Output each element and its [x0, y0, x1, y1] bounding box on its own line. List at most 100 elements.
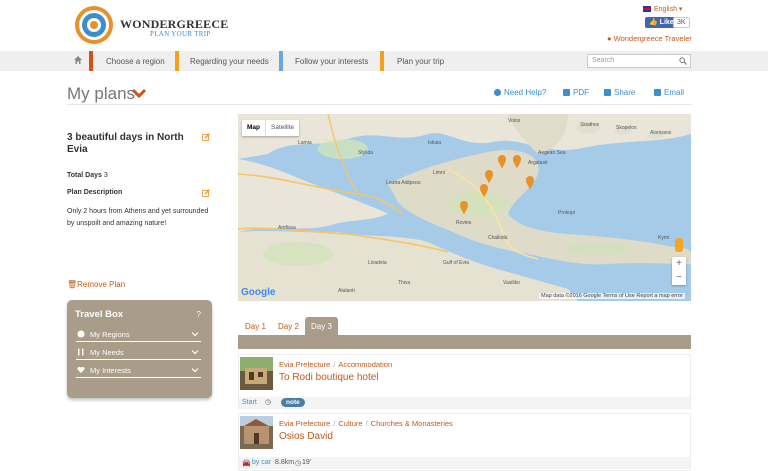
edit-description-icon[interactable] [202, 189, 210, 197]
entry-footer: Start ◷ note [239, 397, 690, 409]
breadcrumb-item[interactable]: Evia Prefecture [279, 360, 330, 369]
zoom-in-button[interactable]: + [672, 257, 686, 271]
user-menu[interactable]: ● Wondergreece Traveler [607, 34, 692, 43]
map-label: Vasiliko [503, 280, 520, 286]
uk-flag-icon [643, 6, 651, 13]
nav-item-choose-region[interactable]: Choose a region [106, 57, 165, 66]
edit-icon[interactable] [202, 133, 210, 141]
map-label: Loutra Aidipsou [386, 180, 421, 186]
tab-day-1[interactable]: Day 1 [239, 317, 272, 335]
site-header: WONDERGREECE PLAN YOUR TRIP English ▾ 👍 … [0, 0, 768, 52]
map-type-satellite-button[interactable]: Satellite [265, 120, 299, 135]
entry-title[interactable]: Osios David [279, 431, 333, 442]
nav-item-regarding-needs[interactable]: Regarding your needs [190, 57, 269, 66]
map-label: Gulf of Evia [443, 260, 469, 266]
search-placeholder: Search [592, 57, 615, 64]
map-label: Stylida [358, 150, 373, 156]
note-badge[interactable]: note [281, 398, 305, 407]
map-label: Rovies [456, 220, 472, 226]
chevron-down-icon [191, 332, 199, 337]
breadcrumb-item[interactable]: Culture [338, 419, 362, 428]
map-type-control: Map Satellite [242, 120, 300, 136]
caret-down-icon: ▾ [678, 6, 683, 13]
facebook-like-label: Like [659, 19, 674, 26]
map-label: Prokopi [558, 210, 575, 216]
breadcrumb-item[interactable]: Churches & Monasteries [371, 419, 453, 428]
map-label: Kymi [658, 235, 669, 241]
home-icon[interactable] [73, 55, 83, 65]
logo-icon[interactable] [75, 6, 113, 44]
list-item: Evia Prefecture / Accommodation To Rodi bo… [238, 354, 691, 409]
trash-icon: 🗑 [67, 280, 78, 289]
nav-color-bar [89, 51, 93, 71]
map-label: Argalasti [528, 160, 547, 166]
nav-item-plan-trip[interactable]: Plan your trip [397, 57, 444, 66]
plan-description-label: Plan Description [67, 189, 123, 196]
pdf-link[interactable]: PDF [563, 88, 589, 97]
map-label: Thiva [398, 280, 410, 286]
map-canvas[interactable]: Volos Argalasti Skiathos Skopelos Alonis… [238, 114, 691, 301]
search-input[interactable]: Search [587, 54, 691, 68]
entry-title[interactable]: To Rodi boutique hotel [279, 372, 379, 383]
hotel-thumbnail[interactable] [240, 357, 273, 390]
travel-box-my-regions[interactable]: My Regions [76, 328, 201, 342]
total-days: Total Days 3 [67, 172, 108, 179]
monastery-thumbnail[interactable] [240, 416, 273, 449]
travel-mode[interactable]: by car [252, 459, 271, 466]
day-band [238, 335, 691, 349]
user-name: Wondergreece Traveler [613, 34, 692, 43]
distance: 8.8km [275, 459, 295, 466]
travel-box-item-label: My Needs [90, 348, 124, 357]
breadcrumb: Evia Prefecture / Accommodation [279, 360, 393, 369]
map-label: Livadeia [368, 260, 387, 266]
travel-time: 19' [302, 459, 312, 466]
map-label: Volos [508, 118, 521, 124]
facebook-like-count: 3K [673, 17, 690, 28]
help-label: Need Help? [504, 88, 547, 97]
pdf-icon [563, 89, 570, 97]
breadcrumb-item[interactable]: Evia Prefecture [279, 419, 330, 428]
route-map[interactable]: Volos Argalasti Skiathos Skopelos Alonis… [238, 114, 691, 301]
plan-description: Only 2 hours from Athens and yet surroun… [67, 208, 209, 227]
map-label: Alonissos [650, 130, 672, 136]
map-footer[interactable]: Map data ©2016 Google Terms of Use Repor… [539, 293, 685, 299]
nav-color-bar [175, 51, 179, 71]
chevron-down-icon [191, 350, 199, 355]
start-label: Start [242, 399, 257, 406]
question-icon [494, 89, 501, 97]
map-label: Limni [433, 170, 445, 176]
help-link[interactable]: Need Help? [494, 88, 546, 97]
title-divider [67, 104, 692, 105]
travel-box-help[interactable]: ? [197, 310, 201, 319]
thumbs-up-icon: 👍 [649, 19, 658, 26]
travel-box: Travel Box ? My Regions My Needs My Inte… [67, 300, 212, 398]
tab-day-2[interactable]: Day 2 [272, 317, 305, 335]
travel-box-title: Travel Box [75, 309, 124, 320]
language-selector[interactable]: English ▾ [643, 5, 682, 13]
email-link[interactable]: Email [654, 88, 684, 97]
tab-day-3[interactable]: Day 3 [305, 317, 338, 335]
map-label: Atalanti [338, 288, 355, 294]
travel-box-item-label: My Interests [90, 366, 131, 375]
zoom-control: + − [672, 257, 686, 285]
heart-icon [77, 366, 85, 373]
travel-box-my-interests[interactable]: My Interests [76, 364, 201, 378]
search-icon[interactable] [679, 57, 687, 65]
nav-item-follow-interests[interactable]: Follow your interests [295, 57, 368, 66]
nav-color-bar [380, 51, 384, 71]
breadcrumb-item[interactable]: Accommodation [338, 360, 392, 369]
travel-box-my-needs[interactable]: My Needs [76, 346, 201, 360]
chevron-down-icon[interactable] [131, 88, 147, 98]
share-link[interactable]: Share [604, 88, 635, 97]
map-type-map-button[interactable]: Map [242, 120, 265, 135]
zoom-out-button[interactable]: − [672, 271, 686, 285]
map-label: Chalkida [488, 235, 508, 241]
remove-plan-button[interactable]: 🗑Remove Plan [67, 280, 125, 289]
facebook-icon [604, 89, 611, 97]
car-icon: 🚘 [242, 460, 251, 467]
street-view-pegman-icon[interactable] [675, 238, 683, 252]
total-days-label: Total Days [67, 172, 102, 179]
map-label: Amfissa [278, 225, 296, 231]
remove-plan-label: Remove Plan [77, 280, 126, 289]
breadcrumb: Evia Prefecture / Culture / Churches & Monas… [279, 419, 453, 428]
